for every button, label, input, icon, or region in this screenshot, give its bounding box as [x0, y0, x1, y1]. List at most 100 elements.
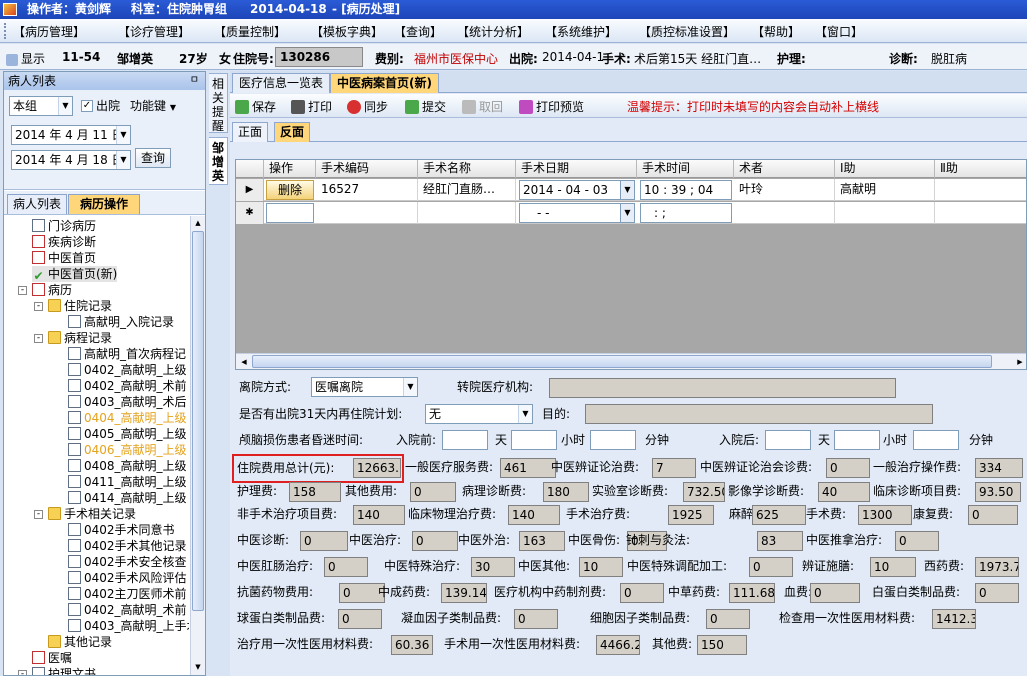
delete-row-button[interactable]: 删除 [266, 180, 314, 200]
cell-assistant-2[interactable] [935, 179, 1026, 201]
tree-scrollbar[interactable]: ▲ ▼ [190, 216, 205, 675]
new-cell-assistant-2[interactable] [935, 202, 1026, 224]
cell-assistant-1[interactable]: 高献明 [835, 179, 935, 201]
tab-related-reminders[interactable]: 相关提醒 [209, 73, 228, 133]
discharged-checkbox[interactable]: ✓ [81, 100, 93, 112]
fee-value[interactable]: 40 [818, 482, 870, 502]
tree-expander-icon[interactable]: - [18, 286, 27, 295]
new-row-operation-cell[interactable] [266, 203, 314, 223]
tab-patient-name[interactable]: 邹增英 [209, 137, 228, 185]
table-row-new[interactable]: ✱ - - ▼ : ; [236, 202, 1026, 224]
tree-item[interactable]: 0402_高献明_上级 [68, 362, 187, 378]
tree-item[interactable]: 疾病诊断 [32, 234, 96, 250]
fee-value[interactable]: 30 [471, 557, 515, 577]
tree-expander-icon[interactable]: - [34, 302, 43, 311]
fee-value[interactable]: 0 [412, 531, 458, 551]
tab-tcm-front-page-new[interactable]: 中医病案首页(新) [330, 73, 439, 93]
fee-value[interactable]: 140 [353, 505, 405, 525]
fee-value[interactable]: 7 [652, 458, 696, 478]
menu-template-dictionary[interactable]: 【模板字典】 [311, 23, 383, 40]
table-row[interactable]: ▶ 删除 16527 经肛门直肠… 2014 - 04 - 03 ▼ 10 : 3… [236, 179, 1026, 201]
discharge-mode-select[interactable]: 医嘱离院 ▼ [311, 377, 418, 397]
tree-item[interactable]: 0403_高献明_术后 [68, 394, 187, 410]
fee-value[interactable]: 4466.2 [596, 635, 640, 655]
fee-value[interactable]: 10 [870, 557, 916, 577]
fee-value[interactable]: 150 [697, 635, 747, 655]
before-days-input[interactable] [442, 430, 488, 450]
tree-item[interactable]: 0405_高献明_上级 [68, 426, 187, 442]
tree-item[interactable]: 0411_高献明_上级 [68, 474, 187, 490]
tab-back[interactable]: 反面 [274, 122, 311, 142]
tree-item[interactable]: 高献明_首次病程记 [68, 346, 186, 362]
tree-item[interactable]: 中医首页 [32, 250, 96, 266]
fee-value[interactable]: 0 [410, 482, 456, 502]
fee-value[interactable]: 0 [338, 609, 382, 629]
total-cost-value[interactable]: 12663. [353, 458, 401, 478]
cell-surgery-date-picker[interactable]: 2014 - 04 - 03 ▼ [519, 180, 635, 200]
tab-medical-info-overview[interactable]: 医疗信息一览表 [232, 73, 331, 93]
tree-item[interactable]: 手术相关记录 [48, 506, 136, 522]
after-minutes-input[interactable] [913, 430, 959, 450]
sync-button[interactable]: 同步 [347, 98, 388, 115]
tree-item[interactable]: 0402手术安全核查 [68, 554, 187, 570]
cell-surgery-code[interactable]: 16527 [316, 179, 418, 201]
fee-value[interactable]: 0 [826, 458, 870, 478]
tree-item[interactable]: 0402手术其他记录 [68, 538, 187, 554]
query-button[interactable]: 查询 [135, 148, 171, 168]
menu-quality-control[interactable]: 【质量控制】 [214, 23, 286, 40]
scroll-down-icon[interactable]: ▼ [192, 661, 204, 674]
tree-item[interactable]: 医嘱 [32, 650, 72, 666]
date-to-picker[interactable]: 2014 年 4 月 18 日 ▼ [11, 150, 131, 170]
transfer-institution-field[interactable] [549, 378, 896, 398]
tree-item[interactable]: 0402主刀医师术前 [68, 586, 187, 602]
fee-value[interactable]: 0 [620, 583, 664, 603]
tree-item[interactable]: 0406_高献明_上级 [68, 442, 187, 458]
tree-item[interactable]: 病历 [32, 282, 72, 298]
fee-value[interactable]: 163 [519, 531, 565, 551]
tree-item[interactable]: 0404_高献明_上级 [68, 410, 187, 426]
new-cell-surgery-code[interactable] [316, 202, 418, 224]
grid-horizontal-scrollbar[interactable]: ◀ ▶ [236, 353, 1026, 369]
function-keys-menu[interactable]: 功能键 ▼ [130, 96, 176, 118]
save-button[interactable]: 保存 [235, 98, 276, 115]
menu-statistics[interactable]: 【统计分析】 [457, 23, 529, 40]
pin-icon[interactable]: ㅁ [190, 72, 199, 90]
tree-item[interactable]: 0408_高献明_上级 [68, 458, 187, 474]
menu-query[interactable]: 【查询】 [394, 23, 442, 40]
tree-item[interactable]: 门诊病历 [32, 218, 96, 234]
fee-value[interactable]: 0 [514, 609, 558, 629]
fee-value[interactable]: 60.36 [391, 635, 433, 655]
tree-item[interactable]: 0414_高献明_上级 [68, 490, 187, 506]
new-cell-surgeon[interactable] [734, 202, 835, 224]
fee-value[interactable]: 83 [757, 531, 803, 551]
menu-window[interactable]: 【窗口】 [815, 23, 863, 40]
purpose-field[interactable] [585, 404, 933, 424]
date-from-picker[interactable]: 2014 年 4 月 11 日 ▼ [11, 125, 131, 145]
tree-expander-icon[interactable]: - [34, 510, 43, 519]
fee-value[interactable]: 334 [975, 458, 1023, 478]
fee-value[interactable]: 625 [752, 505, 806, 525]
cell-surgery-name[interactable]: 经肛门直肠… [418, 179, 516, 201]
fee-value[interactable]: 93.50 [975, 482, 1021, 502]
menu-system-maintenance[interactable]: 【系统维护】 [545, 23, 617, 40]
menu-help[interactable]: 【帮助】 [752, 23, 800, 40]
tree-item[interactable]: 住院记录 [48, 298, 112, 314]
tab-patient-list[interactable]: 病人列表 [7, 194, 67, 214]
tree-item[interactable]: 病程记录 [48, 330, 112, 346]
tree-item[interactable]: 0402手术风险评估 [68, 570, 187, 586]
fee-value[interactable]: 140 [508, 505, 560, 525]
fee-value[interactable]: 158 [289, 482, 341, 502]
recall-button[interactable]: 取回 [462, 98, 503, 115]
cell-surgeon[interactable]: 叶玲 [734, 179, 835, 201]
fee-value[interactable]: 0 [968, 505, 1018, 525]
fee-value[interactable]: 0 [749, 557, 793, 577]
print-button[interactable]: 打印 [291, 98, 332, 115]
fee-value[interactable]: 1300 [858, 505, 912, 525]
scroll-thumb[interactable] [192, 231, 204, 611]
tree-item[interactable]: 高献明_入院记录 [68, 314, 174, 330]
readmit-plan-select[interactable]: 无 ▼ [425, 404, 533, 424]
after-hours-input[interactable] [834, 430, 880, 450]
new-cell-assistant-1[interactable] [835, 202, 935, 224]
display-toggle[interactable]: 显示 [6, 50, 45, 67]
before-hours-input[interactable] [511, 430, 557, 450]
